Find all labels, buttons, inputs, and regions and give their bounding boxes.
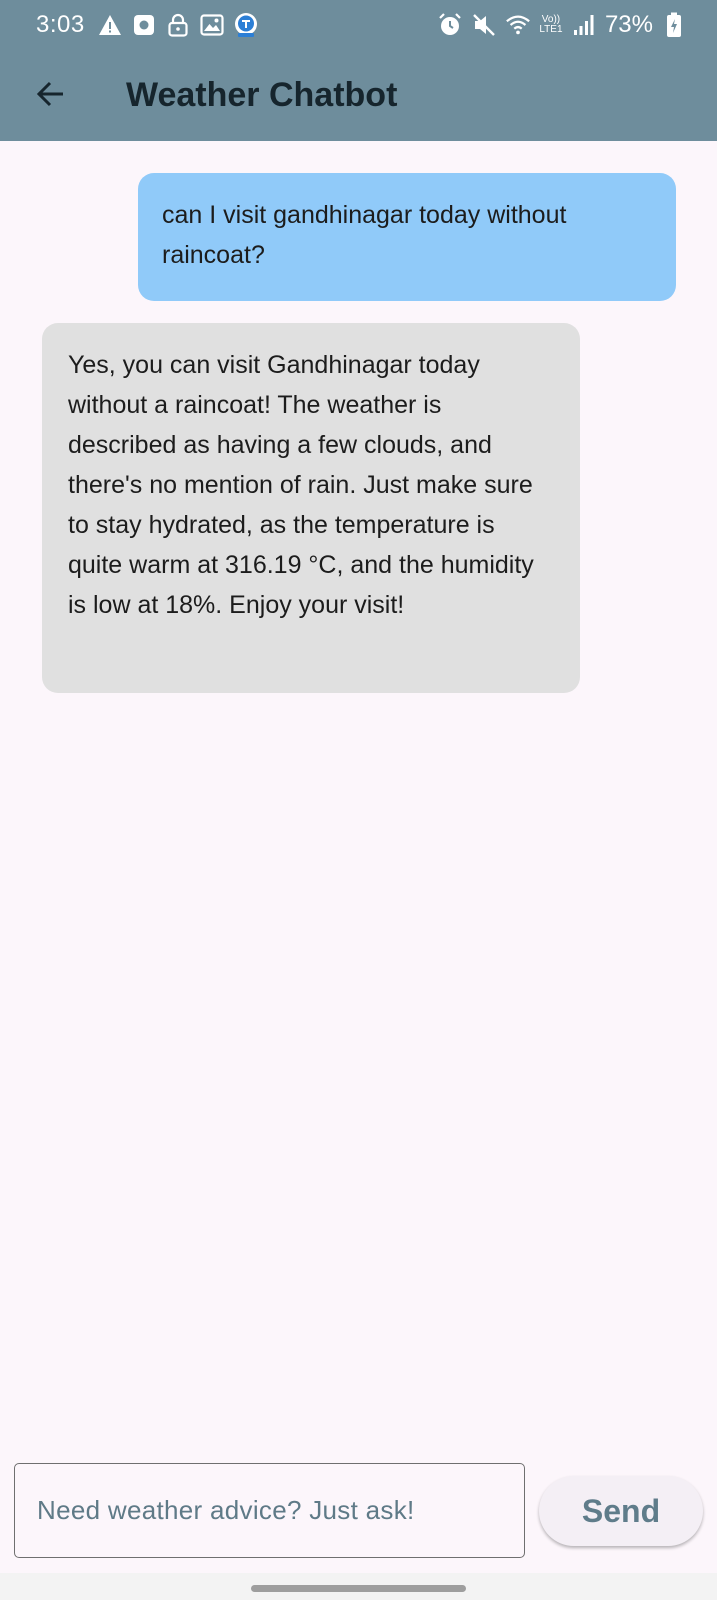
status-bar-right: Vo)) LTE1 73% [437, 10, 687, 40]
app-badge-icon [233, 12, 259, 38]
send-button[interactable]: Send [539, 1476, 703, 1546]
lock-icon [165, 12, 191, 38]
alarm-icon [437, 12, 463, 38]
bot-message-bubble: Yes, you can visit Gandhinagar today wit… [42, 323, 580, 693]
volte-indicator: Vo)) LTE1 [539, 15, 563, 35]
message-input-container [14, 1463, 525, 1558]
square-notification-icon [131, 12, 157, 38]
battery-icon [661, 12, 687, 38]
mute-icon [471, 12, 497, 38]
status-bar: 3:03 Vo)) LTE1 73% [0, 0, 717, 50]
battery-percent: 73% [604, 11, 653, 38]
arrow-back-icon [35, 78, 67, 113]
app-header: 3:03 Vo)) LTE1 73% Weather Chatbot [0, 0, 717, 141]
app-bar: Weather Chatbot [0, 50, 717, 141]
status-bar-left: 3:03 [36, 10, 259, 40]
page-title: Weather Chatbot [126, 76, 398, 114]
warning-icon [97, 12, 123, 38]
lte-label: LTE1 [539, 24, 563, 35]
wifi-icon [505, 12, 531, 38]
message-input[interactable] [15, 1464, 524, 1557]
back-button[interactable] [28, 72, 74, 118]
system-navigation-bar [0, 1573, 717, 1600]
chat-message-list[interactable]: can I visit gandhinagar today without ra… [0, 141, 717, 1441]
user-message-bubble: can I visit gandhinagar today without ra… [138, 173, 676, 301]
home-gesture-handle[interactable] [251, 1585, 466, 1592]
signal-icon [571, 12, 597, 38]
status-time: 3:03 [36, 11, 85, 38]
image-icon [199, 12, 225, 38]
